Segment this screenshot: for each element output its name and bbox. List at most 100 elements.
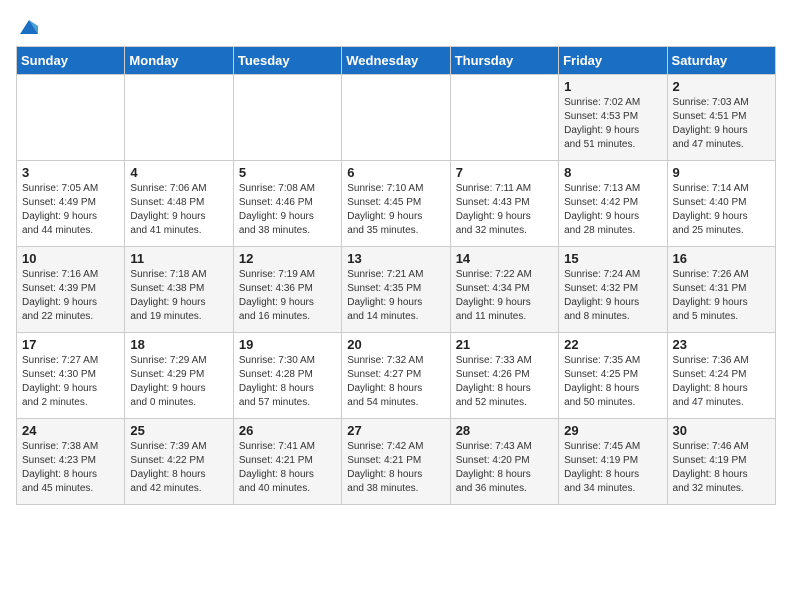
calendar-cell: 24 Sunrise: 7:38 AM Sunset: 4:23 PM Dayli… (17, 419, 125, 505)
day-info: Sunrise: 7:41 AM Sunset: 4:21 PM Dayligh… (239, 440, 336, 496)
calendar-cell: 6 Sunrise: 7:10 AM Sunset: 4:45 PM Daylig… (342, 161, 450, 247)
calendar-cell: 25 Sunrise: 7:39 AM Sunset: 4:22 PM Dayli… (125, 419, 233, 505)
weekday-header-monday: Monday (125, 47, 233, 75)
calendar-cell: 9 Sunrise: 7:14 AM Sunset: 4:40 PM Daylig… (667, 161, 775, 247)
day-info: Sunrise: 7:08 AM Sunset: 4:46 PM Dayligh… (239, 182, 336, 238)
day-number: 9 (673, 165, 770, 180)
day-info: Sunrise: 7:36 AM Sunset: 4:24 PM Dayligh… (673, 354, 770, 410)
day-info: Sunrise: 7:18 AM Sunset: 4:38 PM Dayligh… (130, 268, 227, 324)
day-number: 24 (22, 423, 119, 438)
day-info: Sunrise: 7:24 AM Sunset: 4:32 PM Dayligh… (564, 268, 661, 324)
calendar-cell: 5 Sunrise: 7:08 AM Sunset: 4:46 PM Daylig… (233, 161, 341, 247)
day-info: Sunrise: 7:38 AM Sunset: 4:23 PM Dayligh… (22, 440, 119, 496)
weekday-header-wednesday: Wednesday (342, 47, 450, 75)
weekday-header-thursday: Thursday (450, 47, 558, 75)
logo (16, 16, 40, 34)
calendar-cell: 29 Sunrise: 7:45 AM Sunset: 4:19 PM Dayli… (559, 419, 667, 505)
calendar-cell (125, 75, 233, 161)
day-number: 16 (673, 251, 770, 266)
day-number: 15 (564, 251, 661, 266)
calendar-cell: 15 Sunrise: 7:24 AM Sunset: 4:32 PM Dayli… (559, 247, 667, 333)
calendar-week-row: 17 Sunrise: 7:27 AM Sunset: 4:30 PM Dayli… (17, 333, 776, 419)
calendar-cell: 12Sunrise: 7:19 AM Sunset: 4:36 PM Dayli… (233, 247, 341, 333)
day-info: Sunrise: 7:14 AM Sunset: 4:40 PM Dayligh… (673, 182, 770, 238)
day-number: 7 (456, 165, 553, 180)
day-number: 8 (564, 165, 661, 180)
day-number: 2 (673, 79, 770, 94)
day-info: Sunrise: 7:03 AM Sunset: 4:51 PM Dayligh… (673, 96, 770, 152)
calendar-week-row: 10Sunrise: 7:16 AM Sunset: 4:39 PM Dayli… (17, 247, 776, 333)
day-number: 17 (22, 337, 119, 352)
calendar-cell: 11Sunrise: 7:18 AM Sunset: 4:38 PM Dayli… (125, 247, 233, 333)
calendar-cell: 28 Sunrise: 7:43 AM Sunset: 4:20 PM Dayli… (450, 419, 558, 505)
calendar-cell: 20Sunrise: 7:32 AM Sunset: 4:27 PM Dayli… (342, 333, 450, 419)
day-info: Sunrise: 7:10 AM Sunset: 4:45 PM Dayligh… (347, 182, 444, 238)
day-info: Sunrise: 7:29 AM Sunset: 4:29 PM Dayligh… (130, 354, 227, 410)
calendar-cell: 26 Sunrise: 7:41 AM Sunset: 4:21 PM Dayli… (233, 419, 341, 505)
day-number: 1 (564, 79, 661, 94)
calendar-week-row: 24 Sunrise: 7:38 AM Sunset: 4:23 PM Dayli… (17, 419, 776, 505)
calendar-week-row: 3 Sunrise: 7:05 AM Sunset: 4:49 PM Daylig… (17, 161, 776, 247)
day-number: 28 (456, 423, 553, 438)
day-info: Sunrise: 7:43 AM Sunset: 4:20 PM Dayligh… (456, 440, 553, 496)
calendar-cell: 7 Sunrise: 7:11 AM Sunset: 4:43 PM Daylig… (450, 161, 558, 247)
day-info: Sunrise: 7:26 AM Sunset: 4:31 PM Dayligh… (673, 268, 770, 324)
day-info: Sunrise: 7:11 AM Sunset: 4:43 PM Dayligh… (456, 182, 553, 238)
page-header (16, 16, 776, 34)
calendar-cell: 21Sunrise: 7:33 AM Sunset: 4:26 PM Dayli… (450, 333, 558, 419)
day-info: Sunrise: 7:30 AM Sunset: 4:28 PM Dayligh… (239, 354, 336, 410)
day-number: 26 (239, 423, 336, 438)
day-number: 5 (239, 165, 336, 180)
weekday-header-row: SundayMondayTuesdayWednesdayThursdayFrid… (17, 47, 776, 75)
day-number: 20 (347, 337, 444, 352)
calendar-cell: 1 Sunrise: 7:02 AM Sunset: 4:53 PM Daylig… (559, 75, 667, 161)
day-info: Sunrise: 7:42 AM Sunset: 4:21 PM Dayligh… (347, 440, 444, 496)
day-info: Sunrise: 7:45 AM Sunset: 4:19 PM Dayligh… (564, 440, 661, 496)
calendar-cell (233, 75, 341, 161)
calendar-cell: 19 Sunrise: 7:30 AM Sunset: 4:28 PM Dayli… (233, 333, 341, 419)
calendar-table: SundayMondayTuesdayWednesdayThursdayFrid… (16, 46, 776, 505)
day-number: 27 (347, 423, 444, 438)
day-info: Sunrise: 7:16 AM Sunset: 4:39 PM Dayligh… (22, 268, 119, 324)
day-info: Sunrise: 7:02 AM Sunset: 4:53 PM Dayligh… (564, 96, 661, 152)
calendar-cell: 16 Sunrise: 7:26 AM Sunset: 4:31 PM Dayli… (667, 247, 775, 333)
calendar-cell (342, 75, 450, 161)
day-info: Sunrise: 7:27 AM Sunset: 4:30 PM Dayligh… (22, 354, 119, 410)
day-info: Sunrise: 7:35 AM Sunset: 4:25 PM Dayligh… (564, 354, 661, 410)
logo-icon (18, 16, 40, 38)
calendar-cell: 3 Sunrise: 7:05 AM Sunset: 4:49 PM Daylig… (17, 161, 125, 247)
weekday-header-saturday: Saturday (667, 47, 775, 75)
day-number: 14 (456, 251, 553, 266)
day-number: 3 (22, 165, 119, 180)
day-number: 4 (130, 165, 227, 180)
calendar-cell: 13 Sunrise: 7:21 AM Sunset: 4:35 PM Dayli… (342, 247, 450, 333)
calendar-cell (450, 75, 558, 161)
day-number: 6 (347, 165, 444, 180)
calendar-cell: 27 Sunrise: 7:42 AM Sunset: 4:21 PM Dayli… (342, 419, 450, 505)
day-info: Sunrise: 7:21 AM Sunset: 4:35 PM Dayligh… (347, 268, 444, 324)
day-number: 22 (564, 337, 661, 352)
calendar-cell (17, 75, 125, 161)
day-info: Sunrise: 7:22 AM Sunset: 4:34 PM Dayligh… (456, 268, 553, 324)
day-number: 29 (564, 423, 661, 438)
calendar-cell: 30 Sunrise: 7:46 AM Sunset: 4:19 PM Dayli… (667, 419, 775, 505)
calendar-cell: 23Sunrise: 7:36 AM Sunset: 4:24 PM Dayli… (667, 333, 775, 419)
calendar-cell: 4Sunrise: 7:06 AM Sunset: 4:48 PM Daylig… (125, 161, 233, 247)
day-info: Sunrise: 7:33 AM Sunset: 4:26 PM Dayligh… (456, 354, 553, 410)
day-number: 30 (673, 423, 770, 438)
weekday-header-friday: Friday (559, 47, 667, 75)
day-info: Sunrise: 7:19 AM Sunset: 4:36 PM Dayligh… (239, 268, 336, 324)
day-number: 19 (239, 337, 336, 352)
day-number: 25 (130, 423, 227, 438)
weekday-header-tuesday: Tuesday (233, 47, 341, 75)
calendar-cell: 14 Sunrise: 7:22 AM Sunset: 4:34 PM Dayli… (450, 247, 558, 333)
day-info: Sunrise: 7:39 AM Sunset: 4:22 PM Dayligh… (130, 440, 227, 496)
calendar-cell: 2 Sunrise: 7:03 AM Sunset: 4:51 PM Daylig… (667, 75, 775, 161)
day-number: 18 (130, 337, 227, 352)
day-number: 13 (347, 251, 444, 266)
calendar-cell: 10Sunrise: 7:16 AM Sunset: 4:39 PM Dayli… (17, 247, 125, 333)
calendar-cell: 17 Sunrise: 7:27 AM Sunset: 4:30 PM Dayli… (17, 333, 125, 419)
day-info: Sunrise: 7:05 AM Sunset: 4:49 PM Dayligh… (22, 182, 119, 238)
weekday-header-sunday: Sunday (17, 47, 125, 75)
day-info: Sunrise: 7:46 AM Sunset: 4:19 PM Dayligh… (673, 440, 770, 496)
